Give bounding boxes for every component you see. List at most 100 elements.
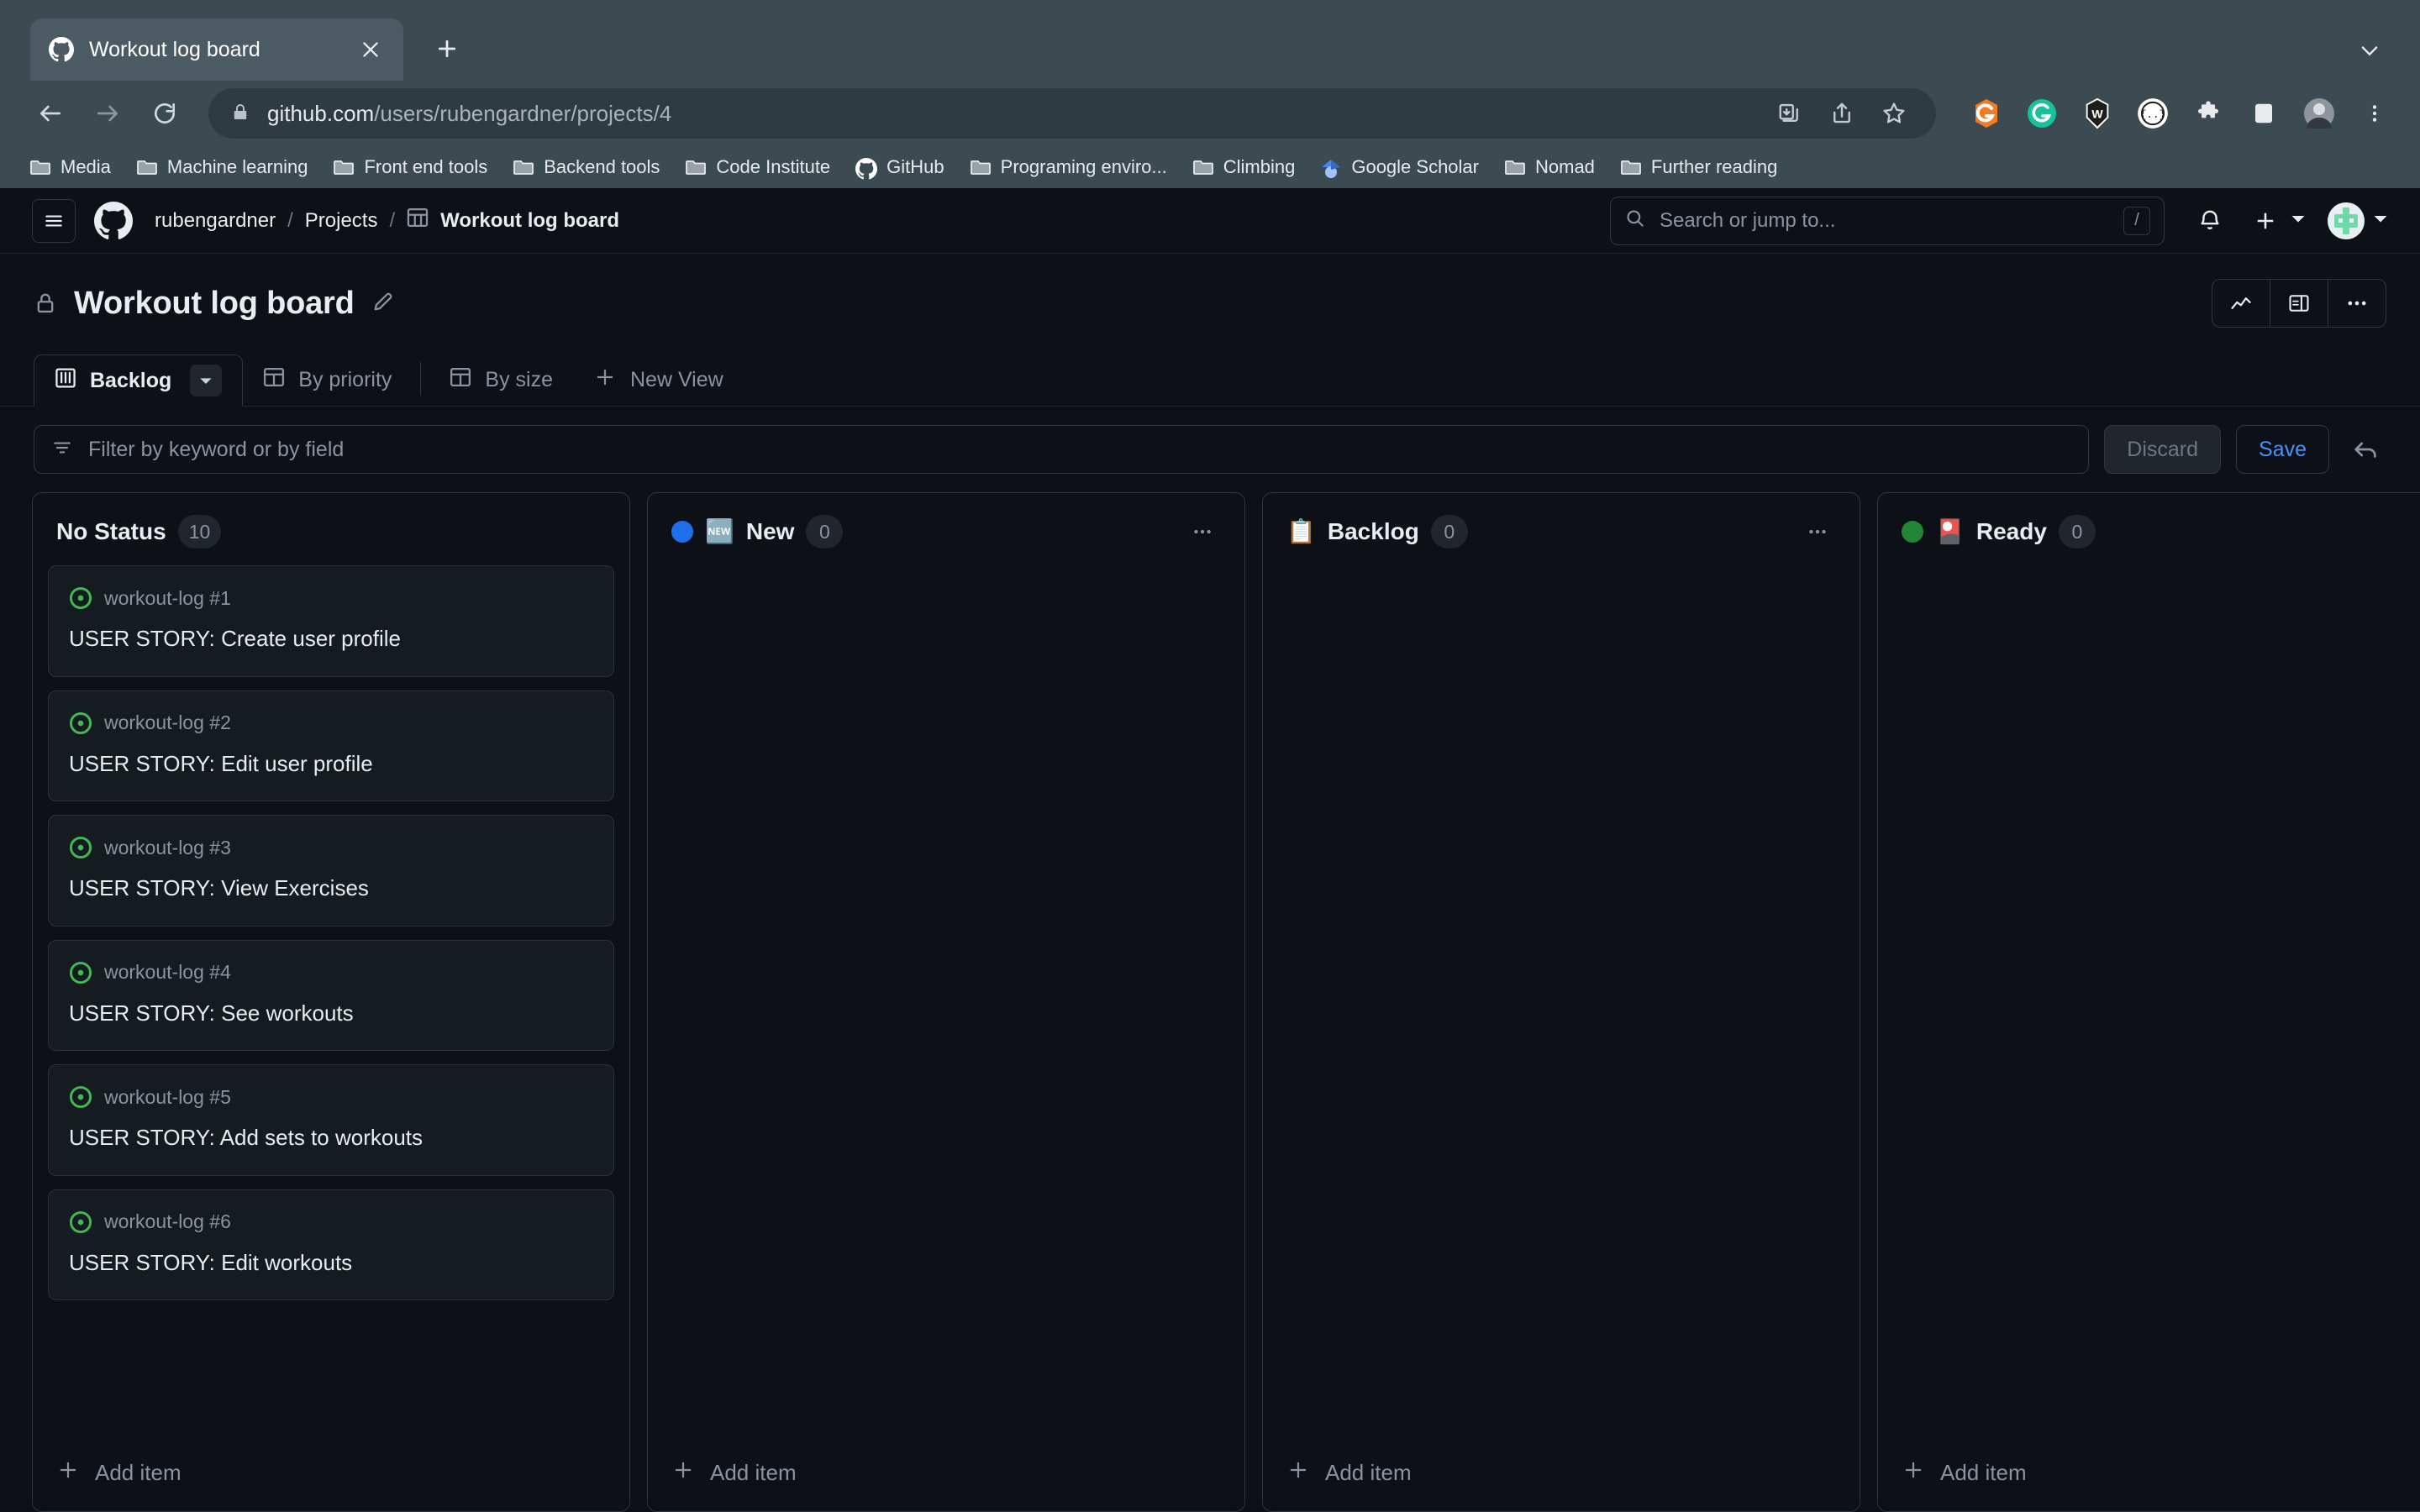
chevron-down-icon xyxy=(2291,211,2306,230)
filter-row: Filter by keyword or by field Discard Sa… xyxy=(0,407,2420,492)
board-card[interactable]: workout-log #6 USER STORY: Edit workouts xyxy=(48,1189,614,1301)
bell-icon[interactable] xyxy=(2193,204,2227,238)
chrome-menu-icon[interactable] xyxy=(2354,93,2395,134)
bookmark-item[interactable]: Machine learning xyxy=(125,151,319,183)
add-item-label: Add item xyxy=(95,1460,182,1486)
search-input[interactable]: Search or jump to... / xyxy=(1610,197,2165,245)
browser-tab[interactable]: Workout log board xyxy=(30,18,403,81)
board-column-backlog: 📋 Backlog 0 Add item xyxy=(1262,492,1860,1512)
column-header: 🎴 Ready 0 xyxy=(1878,493,2420,565)
bookmark-item[interactable]: Backend tools xyxy=(502,151,671,183)
user-menu-button[interactable] xyxy=(2328,202,2388,239)
reload-icon[interactable] xyxy=(139,88,190,139)
add-item-button[interactable]: Add item xyxy=(648,1434,1244,1511)
board-card[interactable]: workout-log #3 USER STORY: View Exercise… xyxy=(48,815,614,927)
extensions-puzzle-icon[interactable] xyxy=(2188,93,2228,134)
add-item-button[interactable]: Add item xyxy=(1878,1434,2420,1511)
grammarly-go-extension-icon[interactable] xyxy=(1966,93,2007,134)
column-menu-button[interactable] xyxy=(2414,515,2420,549)
bookmark-item[interactable]: Climbing xyxy=(1181,151,1307,183)
card-repo-ref: workout-log #1 xyxy=(104,587,231,610)
card-title: USER STORY: Add sets to workouts xyxy=(69,1124,593,1152)
chevron-down-icon[interactable] xyxy=(190,365,222,396)
tab-by-priority[interactable]: By priority xyxy=(243,354,412,406)
bookmark-label: Climbing xyxy=(1223,156,1296,178)
side-panel-icon[interactable] xyxy=(2244,93,2284,134)
bookmark-item[interactable]: Front end tools xyxy=(322,151,498,183)
bookmark-label: Front end tools xyxy=(364,156,487,178)
card-title: USER STORY: View Exercises xyxy=(69,874,593,902)
address-bar[interactable]: github.com/users/rubengardner/projects/4 xyxy=(208,88,1936,139)
browser-tabstrip: Workout log board xyxy=(0,0,2420,81)
board-card[interactable]: workout-log #1 USER STORY: Create user p… xyxy=(48,565,614,677)
folder-icon xyxy=(513,158,534,176)
plus-icon xyxy=(56,1458,80,1488)
save-button[interactable]: Save xyxy=(2236,425,2329,474)
board-card[interactable]: workout-log #4 USER STORY: See workouts xyxy=(48,940,614,1052)
project-menu-button[interactable] xyxy=(2328,280,2386,327)
column-cards xyxy=(1263,565,1860,1434)
tab-backlog[interactable]: Backlog xyxy=(34,354,243,407)
card-meta: workout-log #4 xyxy=(69,961,593,984)
avatar xyxy=(2328,202,2365,239)
bookmark-item[interactable]: Google Scholar xyxy=(1309,151,1490,183)
board-card[interactable]: workout-log #2 USER STORY: Edit user pro… xyxy=(48,690,614,802)
bookmark-label: Media xyxy=(60,156,111,178)
new-emoji-icon: 🆕 xyxy=(705,520,734,543)
grammarly-extension-icon[interactable] xyxy=(2022,93,2062,134)
forward-arrow-icon[interactable] xyxy=(82,88,133,139)
bookmark-item[interactable]: Code Institute xyxy=(674,151,841,183)
close-icon[interactable] xyxy=(356,35,385,64)
breadcrumb-projects[interactable]: Projects xyxy=(305,209,378,233)
card-title: USER STORY: Create user profile xyxy=(69,625,593,653)
wappalyzer-extension-icon[interactable]: W xyxy=(2077,93,2118,134)
card-repo-ref: workout-log #4 xyxy=(104,961,231,984)
breadcrumb-owner[interactable]: rubengardner xyxy=(155,209,276,233)
new-view-button[interactable]: New View xyxy=(573,354,744,406)
bookmark-item[interactable]: Further reading xyxy=(1609,151,1788,183)
bookmark-item[interactable]: Media xyxy=(18,151,122,183)
create-new-button[interactable] xyxy=(2249,204,2306,238)
board-card[interactable]: workout-log #5 USER STORY: Add sets to w… xyxy=(48,1064,614,1176)
star-icon[interactable] xyxy=(1874,93,1914,134)
breadcrumb-separator: / xyxy=(389,209,395,233)
card-meta: workout-log #5 xyxy=(69,1085,593,1109)
install-icon[interactable] xyxy=(1770,93,1810,134)
insights-button[interactable] xyxy=(2212,280,2270,327)
add-item-button[interactable]: Add item xyxy=(1263,1434,1860,1511)
column-header: 📋 Backlog 0 xyxy=(1263,493,1860,565)
folder-icon xyxy=(136,158,158,176)
profile-avatar[interactable] xyxy=(2299,93,2339,134)
project-title-text: Workout log board xyxy=(74,286,355,322)
bookmark-item[interactable]: Nomad xyxy=(1493,151,1606,183)
bookmark-item[interactable]: Programing enviro... xyxy=(959,151,1178,183)
column-menu-button[interactable] xyxy=(1799,515,1836,549)
json-viewer-extension-icon[interactable]: {..} xyxy=(2133,93,2173,134)
pencil-icon[interactable] xyxy=(371,290,395,318)
bookmark-item[interactable]: GitHub xyxy=(844,151,955,183)
new-tab-icon[interactable] xyxy=(422,24,472,74)
card-meta: workout-log #2 xyxy=(69,711,593,735)
card-repo-ref: workout-log #5 xyxy=(104,1086,231,1109)
github-logo-icon[interactable] xyxy=(94,202,133,240)
chevron-down-icon[interactable] xyxy=(2353,34,2386,67)
filter-input[interactable]: Filter by keyword or by field xyxy=(34,425,2089,474)
back-arrow-icon[interactable] xyxy=(25,88,76,139)
card-repo-ref: workout-log #6 xyxy=(104,1210,231,1233)
undo-icon[interactable] xyxy=(2344,428,2386,470)
tab-by-size[interactable]: By size xyxy=(429,354,573,406)
toggle-sidebar-button[interactable] xyxy=(2270,280,2328,327)
column-header: 🆕 New 0 xyxy=(648,493,1244,565)
hamburger-icon[interactable] xyxy=(32,199,76,243)
card-title: USER STORY: See workouts xyxy=(69,1000,593,1027)
tab-title: Workout log board xyxy=(89,38,341,62)
discard-button[interactable]: Discard xyxy=(2104,425,2221,474)
plus-icon xyxy=(1902,1458,1925,1488)
folder-icon xyxy=(685,158,707,176)
card-meta: workout-log #1 xyxy=(69,586,593,610)
add-item-button[interactable]: Add item xyxy=(33,1434,629,1511)
filter-placeholder: Filter by keyword or by field xyxy=(88,438,344,462)
column-count: 0 xyxy=(1431,515,1468,549)
share-icon[interactable] xyxy=(1822,93,1862,134)
column-menu-button[interactable] xyxy=(1184,515,1221,549)
